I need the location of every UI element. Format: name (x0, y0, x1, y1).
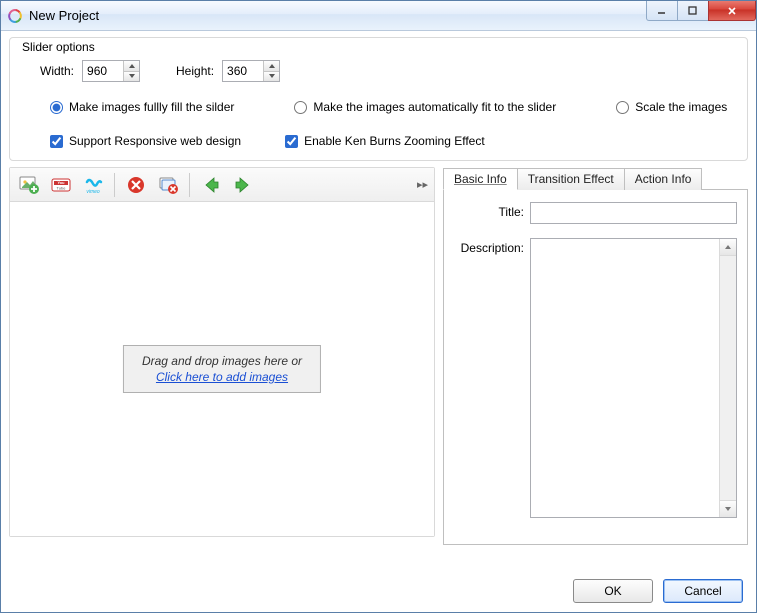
vimeo-button[interactable]: vimeo (80, 172, 106, 198)
description-textarea[interactable] (530, 238, 737, 518)
youtube-button[interactable]: YouTube (48, 172, 74, 198)
image-toolbar: YouTube vimeo (10, 168, 434, 202)
scrollbar[interactable] (719, 239, 736, 517)
scroll-down-icon[interactable] (720, 500, 736, 517)
kenburns-checkbox[interactable]: Enable Ken Burns Zooming Effect (285, 134, 485, 148)
close-button[interactable] (708, 1, 756, 21)
svg-text:Tube: Tube (57, 185, 67, 190)
height-label: Height: (176, 64, 214, 78)
fit-scale-label: Scale the images (635, 100, 727, 114)
next-button[interactable] (230, 172, 256, 198)
image-list-pane: YouTube vimeo (9, 167, 435, 537)
slider-options-legend: Slider options (20, 40, 97, 54)
title-label: Title: (454, 202, 530, 219)
fit-auto-label: Make the images automatically fit to the… (313, 100, 556, 114)
prev-button[interactable] (198, 172, 224, 198)
maximize-button[interactable] (677, 1, 709, 21)
add-image-button[interactable] (16, 172, 42, 198)
add-images-link[interactable]: Click here to add images (142, 370, 302, 384)
width-spin-down[interactable] (124, 72, 139, 82)
collapse-toggle[interactable]: ▸▸ (417, 178, 428, 191)
app-icon (7, 8, 23, 24)
minimize-button[interactable] (646, 1, 678, 21)
slider-options-group: Slider options Width: Height: (9, 37, 748, 161)
ok-button[interactable]: OK (573, 579, 653, 603)
width-field[interactable] (83, 61, 123, 81)
fit-fill-radio[interactable]: Make images fullly fill the silder (50, 100, 234, 114)
kenburns-label: Enable Ken Burns Zooming Effect (304, 134, 485, 148)
tab-basic-info[interactable]: Basic Info (443, 168, 518, 190)
description-label: Description: (454, 238, 530, 255)
window-title: New Project (29, 8, 99, 23)
height-spin-down[interactable] (264, 72, 279, 82)
height-input[interactable] (222, 60, 280, 82)
delete-all-button[interactable] (155, 172, 181, 198)
fit-fill-label: Make images fullly fill the silder (69, 100, 234, 114)
height-field[interactable] (223, 61, 263, 81)
tab-transition-effect[interactable]: Transition Effect (517, 168, 625, 190)
svg-text:vimeo: vimeo (86, 189, 100, 195)
drop-box: Drag and drop images here or Click here … (123, 345, 321, 393)
width-spin-up[interactable] (124, 61, 139, 72)
responsive-checkbox[interactable]: Support Responsive web design (50, 134, 241, 148)
tab-action-info[interactable]: Action Info (624, 168, 703, 190)
delete-button[interactable] (123, 172, 149, 198)
responsive-label: Support Responsive web design (69, 134, 241, 148)
drop-text: Drag and drop images here or (142, 354, 302, 368)
drop-area[interactable]: Drag and drop images here or Click here … (10, 202, 434, 536)
title-input[interactable] (530, 202, 737, 224)
fit-scale-radio[interactable]: Scale the images (616, 100, 727, 114)
width-label: Width: (40, 64, 74, 78)
fit-auto-radio[interactable]: Make the images automatically fit to the… (294, 100, 556, 114)
scroll-up-icon[interactable] (720, 239, 736, 256)
cancel-button[interactable]: Cancel (663, 579, 743, 603)
chevron-right-icon: ▸▸ (417, 178, 428, 191)
dialog-footer: OK Cancel (573, 579, 743, 603)
height-spin-up[interactable] (264, 61, 279, 72)
properties-pane: Basic Info Transition Effect Action Info… (443, 167, 748, 537)
tabs: Basic Info Transition Effect Action Info (443, 167, 748, 189)
titlebar: New Project (1, 1, 756, 31)
width-input[interactable] (82, 60, 140, 82)
tab-body: Title: Description: (443, 189, 748, 545)
